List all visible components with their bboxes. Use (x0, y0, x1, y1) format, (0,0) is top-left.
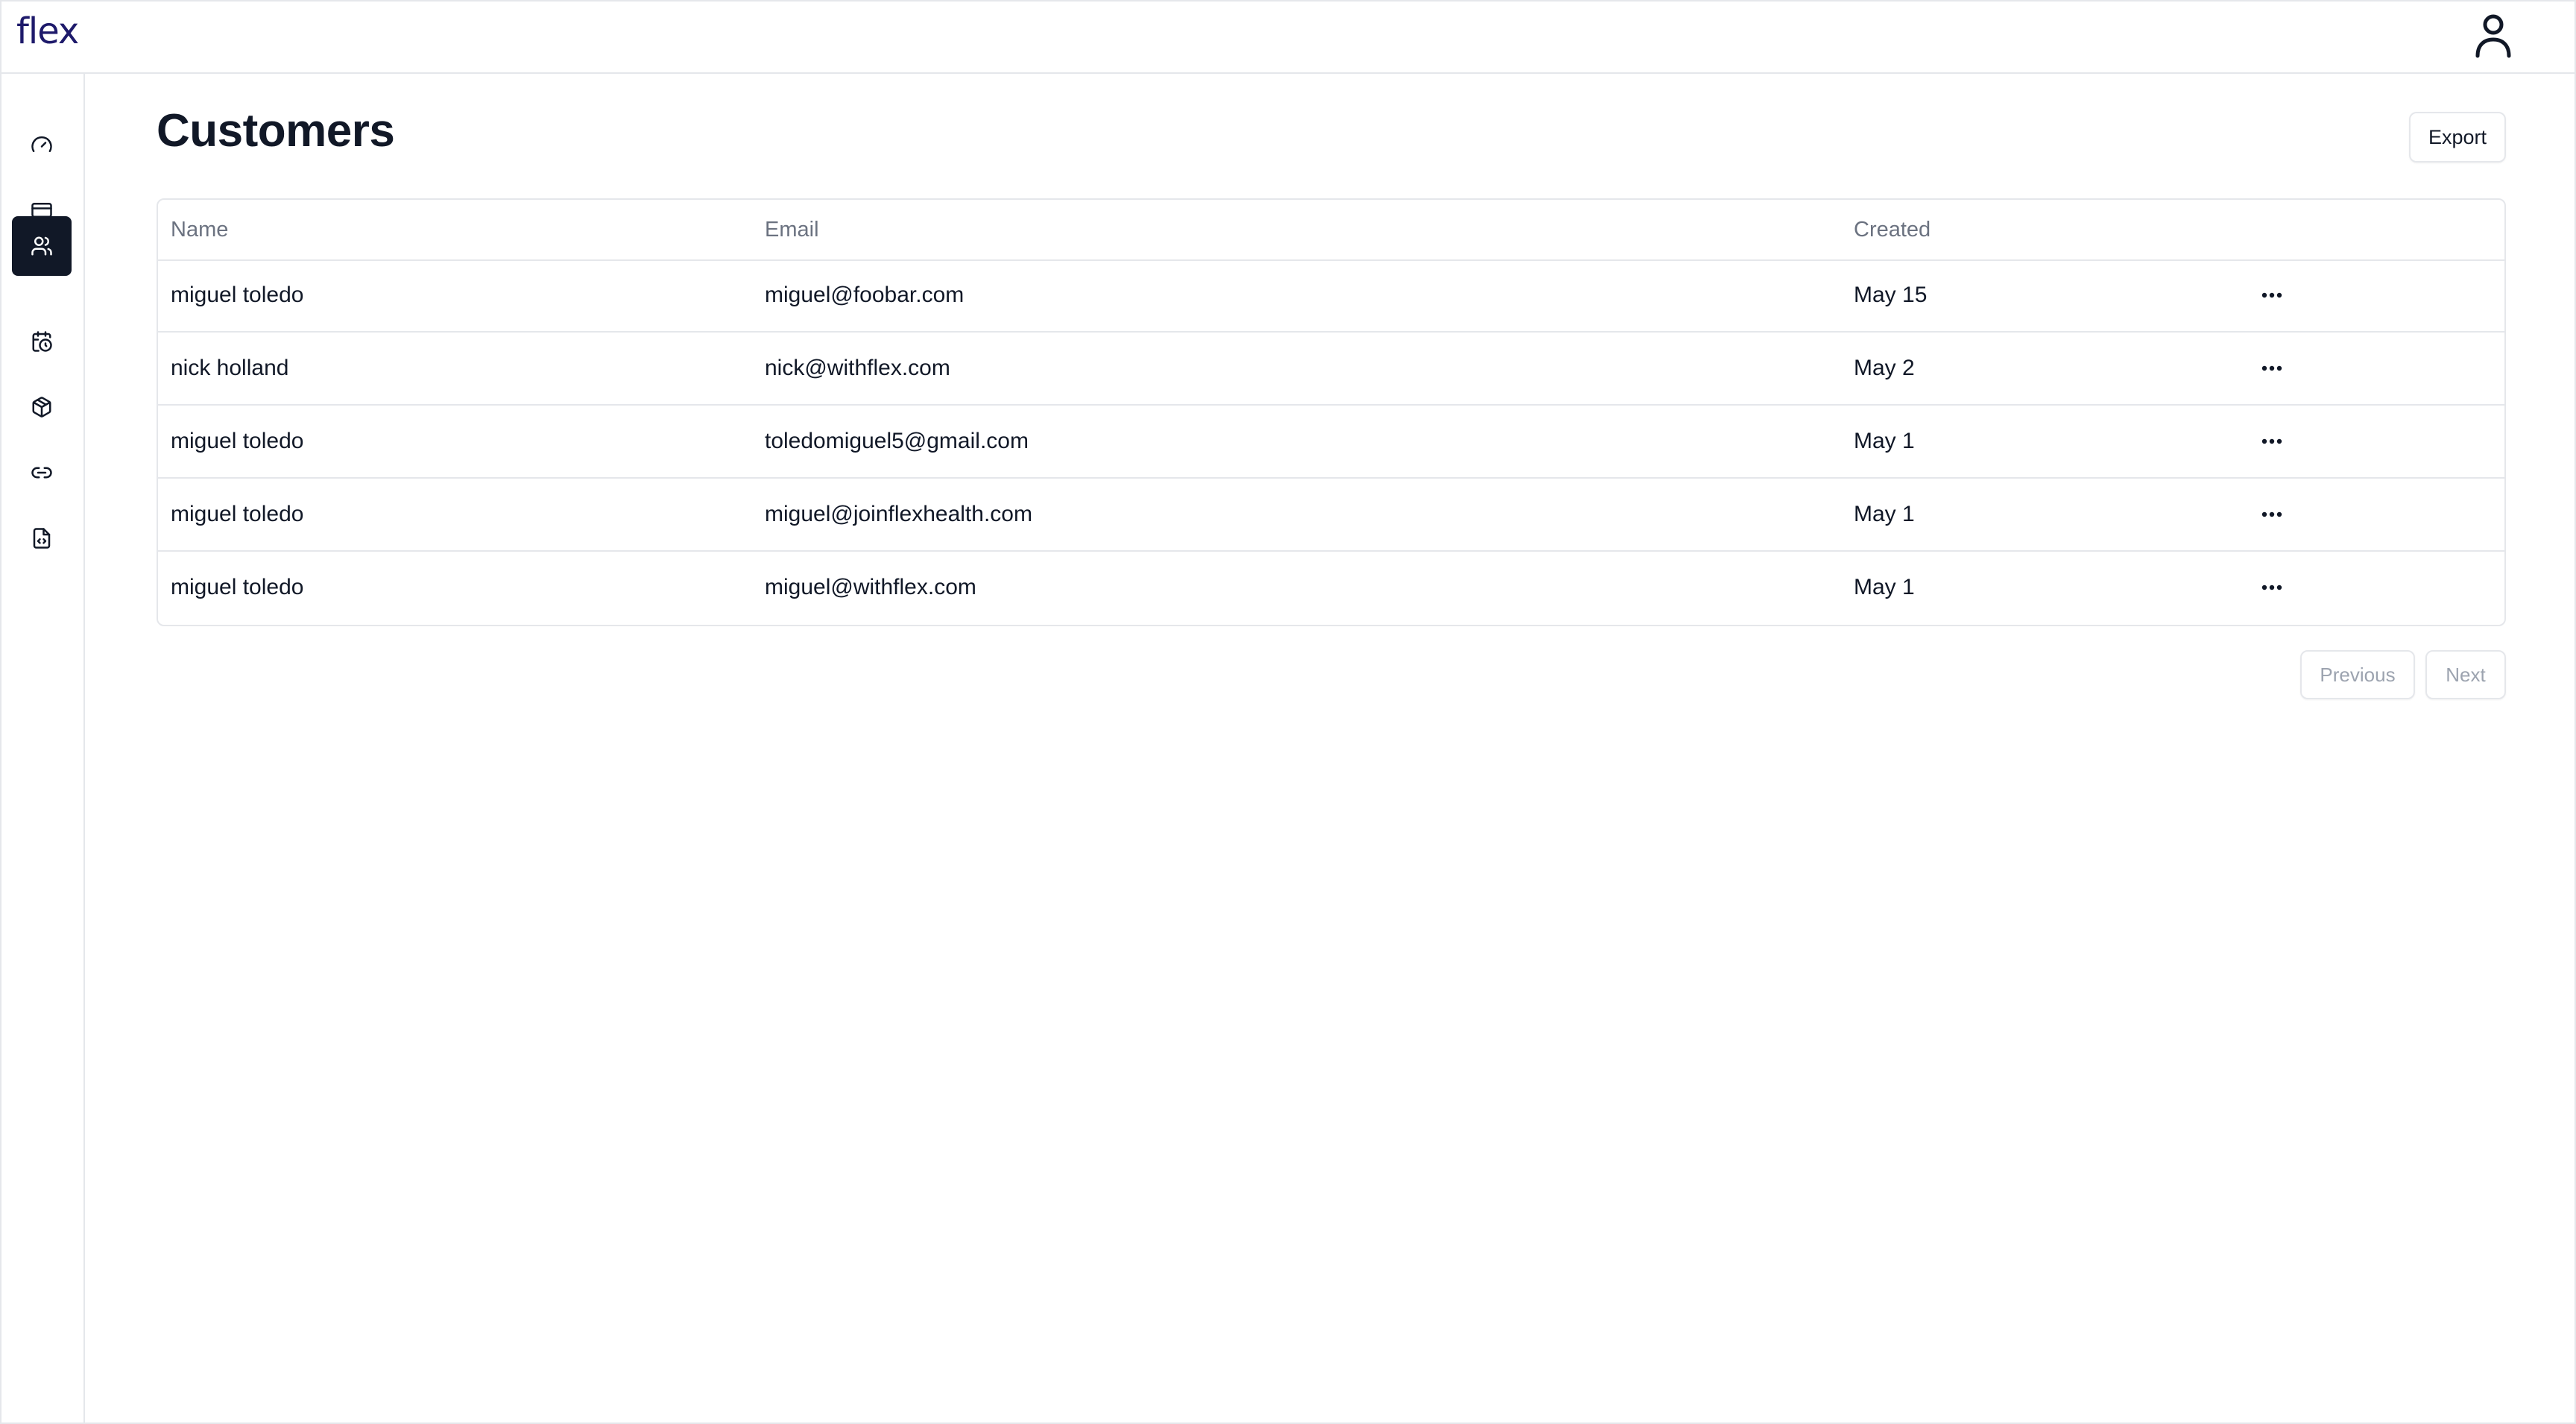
package-icon (32, 397, 51, 418)
table-row[interactable]: miguel toledo miguel@foobar.com May 15 (158, 259, 2504, 333)
page-title: Customers (157, 105, 395, 157)
users-icon (31, 236, 52, 256)
row-actions-button[interactable] (2253, 349, 2291, 388)
table-row[interactable]: nick holland nick@withflex.com May 2 (158, 333, 2504, 406)
more-horizontal-icon (2261, 292, 2282, 298)
sidebar-item-developers[interactable] (12, 508, 72, 568)
gauge-icon (31, 136, 52, 152)
sidebar-item-customers[interactable] (12, 216, 72, 276)
file-code-icon (33, 528, 51, 549)
column-header-name[interactable]: Name (171, 218, 228, 242)
export-button[interactable]: Export (2409, 112, 2506, 163)
more-horizontal-icon (2261, 585, 2282, 590)
row-actions-button[interactable] (2253, 495, 2291, 534)
table-header: Name Email Created (158, 200, 2504, 261)
row-actions-button[interactable] (2253, 276, 2291, 315)
sidebar-item-dashboard[interactable] (12, 115, 72, 174)
customer-created: May 1 (1854, 575, 1915, 599)
customer-created: May 1 (1854, 429, 1915, 453)
table-row[interactable]: miguel toledo miguel@joinflexhealth.com … (158, 479, 2504, 552)
sidebar (1, 74, 85, 1423)
customer-name: nick holland (171, 356, 289, 380)
user-menu-button[interactable] (2469, 7, 2518, 64)
flex-logo[interactable]: flex (16, 10, 79, 52)
customer-name: miguel toledo (171, 502, 304, 526)
customer-email: miguel@foobar.com (765, 283, 965, 307)
customer-email: toledomiguel5@gmail.com (765, 429, 1029, 453)
customer-name: miguel toledo (171, 429, 304, 453)
customer-email: miguel@withflex.com (765, 575, 976, 599)
sidebar-item-products[interactable] (12, 377, 72, 437)
customer-name: miguel toledo (171, 283, 304, 307)
column-header-email[interactable]: Email (765, 218, 819, 242)
sidebar-item-schedules[interactable] (12, 312, 72, 371)
customer-name: miguel toledo (171, 575, 304, 599)
customers-table: Name Email Created miguel toledo miguel@… (157, 198, 2506, 626)
more-horizontal-icon (2261, 511, 2282, 517)
column-header-created[interactable]: Created (1854, 218, 1931, 242)
customer-created: May 15 (1854, 283, 1928, 307)
customer-created: May 1 (1854, 502, 1915, 526)
previous-page-button[interactable]: Previous (2300, 650, 2415, 699)
customer-created: May 2 (1854, 356, 1915, 380)
top-bar: flex (1, 1, 2575, 74)
calendar-clock-icon (32, 331, 52, 352)
more-horizontal-icon (2261, 365, 2282, 371)
link-icon (31, 467, 52, 479)
customer-email: nick@withflex.com (765, 356, 950, 380)
user-icon (2475, 14, 2511, 58)
customer-email: miguel@joinflexhealth.com (765, 502, 1032, 526)
table-row[interactable]: miguel toledo toledomiguel5@gmail.com Ma… (158, 406, 2504, 479)
next-page-button[interactable]: Next (2425, 650, 2506, 699)
table-row[interactable]: miguel toledo miguel@withflex.com May 1 (158, 552, 2504, 623)
row-actions-button[interactable] (2253, 568, 2291, 607)
more-horizontal-icon (2261, 438, 2282, 444)
sidebar-item-links[interactable] (12, 443, 72, 503)
row-actions-button[interactable] (2253, 422, 2291, 461)
